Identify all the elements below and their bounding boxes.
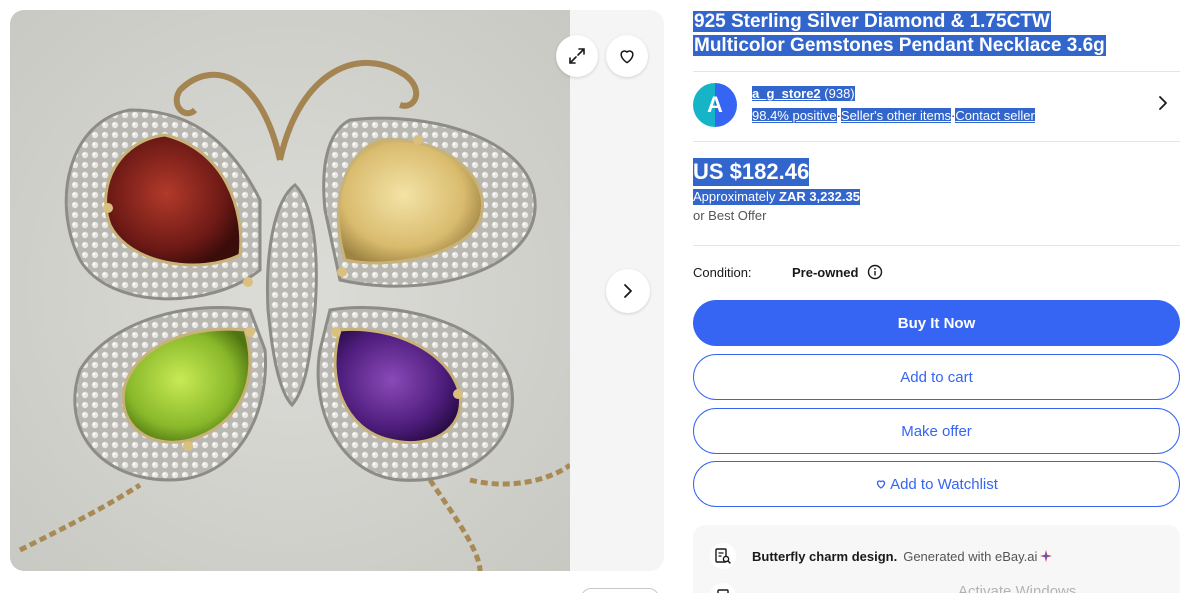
product-photo[interactable] bbox=[10, 10, 570, 571]
title-line-2: Multicolor Gemstones Pendant Necklace 3.… bbox=[693, 35, 1106, 56]
pendant-image bbox=[10, 10, 570, 571]
approx-value: ZAR 3,232.35 bbox=[779, 189, 860, 204]
document-search-icon bbox=[710, 543, 736, 569]
condition-value: Pre-owned bbox=[792, 264, 859, 280]
price-block: US $182.46 Approximately ZAR 3,232.35 or… bbox=[693, 158, 860, 224]
divider bbox=[693, 245, 1180, 246]
ai-summary-row: Butterfly charm design. Generated with e… bbox=[710, 543, 1053, 569]
seller-positive-link[interactable]: 98.4% positive bbox=[752, 108, 837, 123]
divider bbox=[693, 141, 1180, 142]
expand-icon bbox=[569, 48, 585, 64]
heart-icon bbox=[875, 478, 887, 490]
heart-icon bbox=[620, 50, 634, 64]
ai-summary-box: Butterfly charm design. Generated with e… bbox=[693, 525, 1180, 593]
best-offer-text: or Best Offer bbox=[693, 208, 767, 223]
watchlist-label: Add to Watchlist bbox=[890, 475, 998, 493]
ai-summary-text: Butterfly charm design. bbox=[752, 548, 898, 564]
document-icon bbox=[710, 583, 736, 593]
approx-label: Approximately bbox=[693, 189, 776, 204]
chevron-right-icon bbox=[624, 284, 632, 298]
expand-button[interactable] bbox=[556, 35, 598, 77]
next-image-button[interactable] bbox=[606, 269, 650, 313]
seller-card: A a_g_store2 (938) 98.4% positive·Seller… bbox=[693, 80, 1180, 130]
favorite-button[interactable] bbox=[606, 35, 648, 77]
sparkle-icon bbox=[1040, 550, 1053, 562]
seller-line-2: 98.4% positive·Seller's other items·Cont… bbox=[752, 108, 1035, 123]
os-watermark: Activate Windows bbox=[958, 583, 1077, 593]
info-icon[interactable] bbox=[867, 264, 883, 280]
add-to-cart-button[interactable]: Add to cart bbox=[693, 354, 1180, 400]
seller-line-1: a_g_store2 (938) bbox=[752, 86, 855, 101]
title-line-1: 925 Sterling Silver Diamond & 1.75CTW bbox=[693, 11, 1051, 32]
add-to-watchlist-button[interactable]: Add to Watchlist bbox=[693, 461, 1180, 507]
seller-other-items-link[interactable]: Seller's other items bbox=[840, 108, 952, 123]
info-circle-icon bbox=[868, 264, 883, 280]
condition-row: Condition: Pre-owned bbox=[693, 264, 883, 280]
buy-it-now-button[interactable]: Buy It Now bbox=[693, 300, 1180, 346]
seller-name-link[interactable]: a_g_store2 bbox=[752, 86, 821, 101]
approx-price: Approximately ZAR 3,232.35 bbox=[693, 189, 860, 205]
divider bbox=[693, 71, 1180, 72]
item-price: US $182.46 bbox=[693, 158, 810, 186]
listing-title: 925 Sterling Silver Diamond & 1.75CTW Mu… bbox=[693, 10, 1173, 58]
make-offer-button[interactable]: Make offer bbox=[693, 408, 1180, 454]
seller-details-button[interactable] bbox=[1156, 94, 1170, 117]
seller-feedback-count: (938) bbox=[824, 86, 855, 101]
chevron-right-icon bbox=[1159, 96, 1167, 110]
image-gallery bbox=[10, 10, 664, 571]
gallery-partial-button[interactable] bbox=[581, 588, 659, 593]
seller-avatar[interactable]: A bbox=[693, 83, 737, 127]
condition-label: Condition: bbox=[693, 264, 752, 280]
contact-seller-link[interactable]: Contact seller bbox=[955, 108, 1035, 123]
ai-generated-label: Generated with eBay.ai bbox=[903, 548, 1038, 564]
